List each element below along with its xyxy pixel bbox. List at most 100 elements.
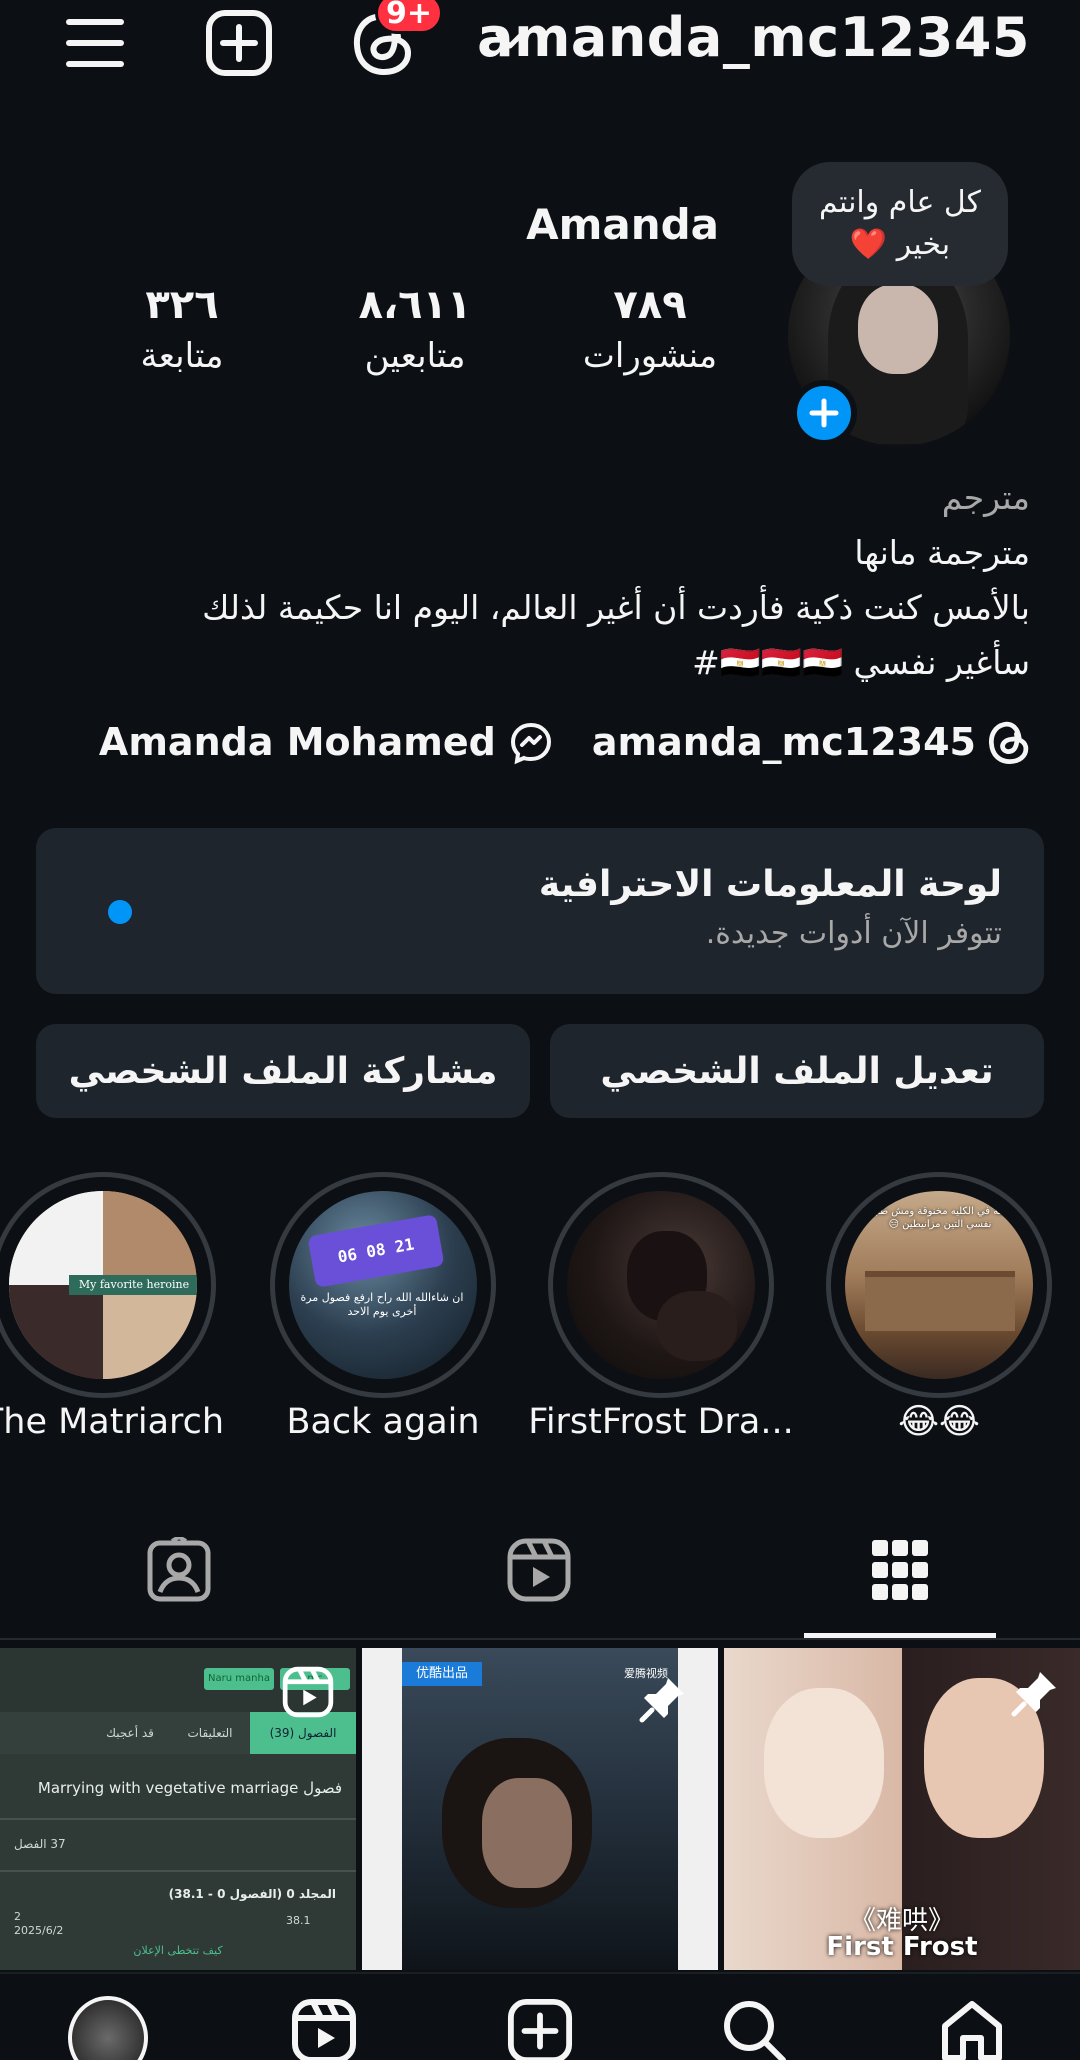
manga-panel	[103, 1191, 197, 1285]
plus-icon	[809, 398, 839, 428]
highlight-label: The Matriarch	[0, 1402, 225, 1442]
threads-notification-badge: 9+	[375, 0, 443, 34]
highlight-cover-emoji: واقفة في الكليه مخنوقة ومش طايقه نفسي ال…	[845, 1191, 1033, 1379]
highlight-item[interactable]: My favorite heroine The Matriarch	[0, 1172, 224, 1442]
create-nav-icon[interactable]	[500, 1998, 580, 2060]
grid-tab[interactable]	[855, 1530, 945, 1610]
dashboard-subtitle: تتوفر الآن أدوات جديدة.	[705, 916, 1002, 951]
post-footer: كيف تتخطى الإعلان	[133, 1944, 223, 1957]
post-title: Marrying with vegetative marriage فصول	[37, 1779, 342, 1797]
account-switcher-username[interactable]: amanda_mc12345	[477, 6, 1030, 69]
posts-count: ٧٨٩	[613, 282, 687, 328]
bio-line: بالأمس كنت ذكية فأردت أن أغير العالم، ال…	[202, 588, 1030, 627]
add-story-button[interactable]	[791, 380, 857, 446]
bottom-navigation	[0, 1972, 1080, 2060]
messenger-link[interactable]: Amanda Mohamed	[99, 719, 554, 765]
grid-post-pinned[interactable]: 优酷出品 爱腾视频	[362, 1648, 718, 1970]
chapter-count: 37 الفصل	[14, 1837, 66, 1851]
following-count: ٣٢٦	[145, 282, 219, 328]
face-shape	[764, 1688, 884, 1838]
face-shape	[482, 1778, 572, 1888]
highlight-caption: واقفة في الكليه مخنوقة ومش طايقه نفسي ال…	[863, 1206, 1017, 1230]
reels-tab[interactable]	[494, 1530, 584, 1610]
tagged-tab[interactable]	[134, 1530, 224, 1610]
grid-post-pinned[interactable]: 《难哄》 First Frost	[724, 1648, 1080, 1970]
tab-divider	[0, 1638, 1080, 1640]
highlight-label: FirstFrost Dra...	[528, 1402, 794, 1442]
highlight-cover-matriarch: My favorite heroine	[9, 1191, 197, 1379]
menu-icon[interactable]	[58, 6, 132, 80]
threads-link-icon	[989, 721, 1029, 764]
highlight-ring: 06 08 21 ان شاءالله الله راح ارفع فصول م…	[270, 1172, 496, 1398]
brand-label: 优酷出品	[402, 1662, 482, 1686]
posts-label: منشورات	[582, 336, 718, 376]
posts-stat[interactable]: ٧٨٩ منشورات	[570, 282, 730, 376]
divider	[0, 1870, 356, 1872]
highlight-caption: My favorite heroine	[69, 1275, 197, 1295]
grid-icon	[872, 1540, 928, 1600]
search-nav-icon[interactable]	[714, 1998, 794, 2060]
following-label: متابعة	[140, 336, 224, 376]
reels-nav-icon[interactable]	[284, 1998, 364, 2060]
profile-nav-avatar[interactable]	[68, 1996, 148, 2060]
post-title-en: First Frost	[826, 1932, 978, 1962]
highlight-ring: واقفة في الكليه مخنوقة ومش طايقه نفسي ال…	[826, 1172, 1052, 1398]
followers-count: ٨،٦١١	[358, 282, 472, 328]
top-bar: 9+ amanda_mc12345	[0, 0, 1080, 90]
bio-line: سأغير نفسي 🇪🇬🇪🇬🇪🇬#	[692, 643, 1030, 682]
reel-icon	[282, 1666, 334, 1722]
tagged-icon	[147, 1537, 211, 1602]
highlight-caption: ان شاءالله الله راح ارفع فصول مرة أخرى ي…	[300, 1291, 464, 1318]
highlight-label: 😂😂	[898, 1402, 980, 1442]
highlight-item[interactable]: 06 08 21 ان شاءالله الله راح ارفع فصول م…	[270, 1172, 496, 1442]
post-image	[402, 1648, 678, 1970]
pin-icon	[1010, 1668, 1060, 1722]
figure-shape	[657, 1291, 737, 1361]
post-tab: التعليقات	[187, 1726, 233, 1740]
post-tab: قد أعجبك	[106, 1726, 154, 1740]
professional-dashboard-card[interactable]: لوحة المعلومات الاحترافية تتوفر الآن أدو…	[36, 828, 1044, 994]
chapter-number: 38.1	[286, 1914, 311, 1927]
highlight-label: Back again	[286, 1402, 480, 1442]
new-indicator-dot	[108, 900, 132, 924]
post-tag: Naru manha	[204, 1668, 274, 1690]
timer-widget: 06 08 21	[307, 1214, 445, 1288]
active-tab-indicator	[804, 1633, 996, 1638]
reels-icon	[507, 1538, 571, 1602]
highlight-item[interactable]: واقفة في الكليه مخنوقة ومش طايقه نفسي ال…	[826, 1172, 1052, 1442]
display-name: Amanda	[526, 200, 719, 249]
home-nav-icon[interactable]	[932, 1998, 1012, 2060]
manga-panel	[103, 1285, 197, 1379]
edit-profile-button[interactable]: تعديل الملف الشخصي	[550, 1024, 1044, 1118]
avatar-face-shape	[858, 284, 938, 374]
share-profile-button[interactable]: مشاركة الملف الشخصي	[36, 1024, 530, 1118]
messenger-name: Amanda Mohamed	[98, 720, 496, 764]
highlight-ring: My favorite heroine	[0, 1172, 216, 1398]
bio-category: مترجم	[941, 478, 1030, 517]
threads-handle: amanda_mc12345	[591, 720, 976, 764]
highlight-cover-firstfrost	[567, 1191, 755, 1379]
threads-link[interactable]: amanda_mc12345	[592, 719, 1030, 765]
volume-title: المجلد 0 (الفصول 0 - 38.1)	[168, 1887, 336, 1901]
building-shape	[865, 1271, 1015, 1331]
manga-panel	[9, 1285, 103, 1379]
manga-panel	[9, 1191, 103, 1285]
followers-label: متابعين	[364, 336, 466, 376]
post-date: 2025/6/2	[14, 1924, 64, 1937]
add-post-icon[interactable]	[202, 6, 276, 80]
highlight-item[interactable]: FirstFrost Dra...	[528, 1172, 794, 1442]
dashboard-title: لوحة المعلومات الاحترافية	[538, 864, 1002, 905]
messenger-icon	[510, 722, 551, 765]
pin-icon	[638, 1674, 688, 1728]
profile-note-bubble[interactable]: كل عام وانتم بخير ❤️	[792, 162, 1008, 286]
grid-post-reel[interactable]: Naru manha mc الفصول (39) التعليقات قد أ…	[0, 1648, 356, 1970]
bio: مترجم مترجمة مانها بالأمس كنت ذكية فأردت…	[50, 470, 1030, 690]
profile-links: Amanda Mohamed amanda_mc12345	[99, 712, 1030, 772]
followers-stat[interactable]: ٨،٦١١ متابعين	[330, 282, 500, 376]
bio-line: مترجمة مانها	[854, 533, 1030, 572]
view-count: 2	[14, 1910, 21, 1923]
divider	[0, 1818, 356, 1820]
highlight-ring	[548, 1172, 774, 1398]
highlight-cover-back-again: 06 08 21 ان شاءالله الله راح ارفع فصول م…	[289, 1191, 477, 1379]
following-stat[interactable]: ٣٢٦ متابعة	[120, 282, 244, 376]
